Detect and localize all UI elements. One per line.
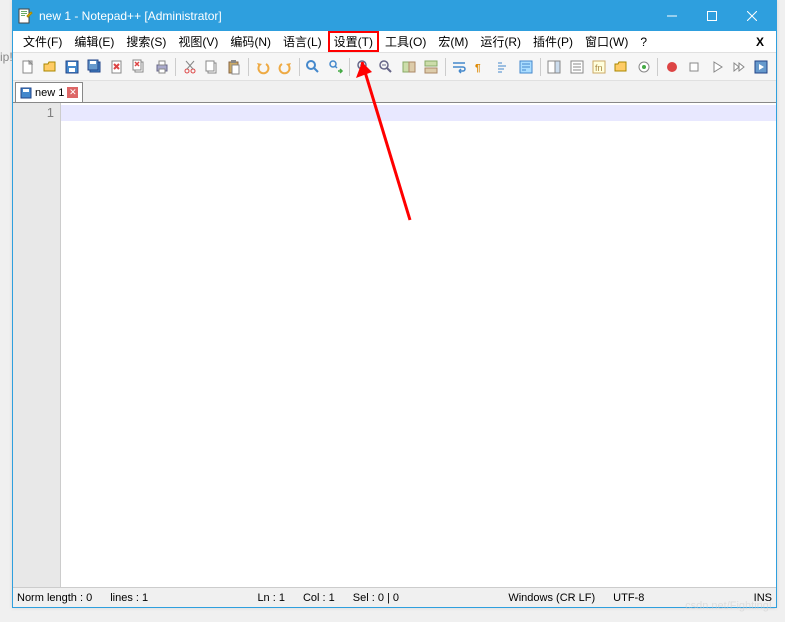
toolbar-separator <box>657 58 658 76</box>
undo-icon[interactable] <box>252 56 273 78</box>
save-macro-icon[interactable] <box>750 56 771 78</box>
line-number-gutter: 1 <box>13 103 61 587</box>
udldef-icon[interactable] <box>515 56 536 78</box>
menu-view[interactable]: 视图(V) <box>172 31 224 52</box>
play-icon[interactable] <box>706 56 727 78</box>
sync-h-icon[interactable] <box>420 56 441 78</box>
doclist-icon[interactable] <box>566 56 587 78</box>
maximize-button[interactable] <box>692 1 732 31</box>
save-all-icon[interactable] <box>84 56 105 78</box>
title-bar: new 1 - Notepad++ [Administrator] <box>13 1 776 31</box>
menu-run[interactable]: 运行(R) <box>474 31 527 52</box>
indent-guide-icon[interactable] <box>493 56 514 78</box>
svg-text:¶: ¶ <box>475 63 481 74</box>
paste-icon[interactable] <box>224 56 245 78</box>
toolbar-separator <box>445 58 446 76</box>
sync-icon[interactable] <box>398 56 419 78</box>
status-length: Norm length : 0 <box>17 592 92 604</box>
menu-tools[interactable]: 工具(O) <box>379 31 432 52</box>
status-encoding[interactable]: UTF-8 <box>613 592 644 604</box>
zoom-out-icon[interactable] <box>376 56 397 78</box>
record-icon[interactable] <box>661 56 682 78</box>
print-icon[interactable] <box>151 56 172 78</box>
tab-label: new 1 <box>35 87 64 99</box>
menu-file[interactable]: 文件(F) <box>17 31 68 52</box>
toolbar-separator <box>248 58 249 76</box>
stop-icon[interactable] <box>684 56 705 78</box>
menu-settings[interactable]: 设置(T) <box>328 31 379 52</box>
close-button[interactable] <box>732 1 772 31</box>
window-controls <box>652 1 772 31</box>
toolbar-separator <box>349 58 350 76</box>
line-number: 1 <box>13 105 54 121</box>
text-editor[interactable] <box>61 103 776 587</box>
menu-search[interactable]: 搜索(S) <box>120 31 172 52</box>
open-file-icon[interactable] <box>39 56 60 78</box>
close-all-icon[interactable] <box>129 56 150 78</box>
cut-icon[interactable] <box>179 56 200 78</box>
save-icon[interactable] <box>62 56 83 78</box>
menu-help[interactable]: ? <box>634 33 653 51</box>
menu-close-doc[interactable]: X <box>748 35 772 49</box>
document-tab[interactable]: new 1 ✕ <box>15 82 83 102</box>
menu-macro[interactable]: 宏(M) <box>432 31 474 52</box>
docmap-icon[interactable] <box>544 56 565 78</box>
status-line: Ln : 1 <box>257 592 285 604</box>
app-icon <box>17 8 33 24</box>
replace-icon[interactable] <box>325 56 346 78</box>
fast-icon[interactable] <box>728 56 749 78</box>
redo-icon[interactable] <box>274 56 295 78</box>
zoom-in-icon[interactable] <box>353 56 374 78</box>
menu-language[interactable]: 语言(L) <box>277 31 328 52</box>
copy-icon[interactable] <box>201 56 222 78</box>
toolbar-separator <box>299 58 300 76</box>
close-file-icon[interactable] <box>106 56 127 78</box>
funclist-icon[interactable]: fn <box>588 56 609 78</box>
minimize-button[interactable] <box>652 1 692 31</box>
menu-window[interactable]: 窗口(W) <box>579 31 634 52</box>
watermark-text: csdn.net/FightingL <box>685 600 775 612</box>
current-line-highlight <box>61 105 776 121</box>
editor-area: 1 <box>13 103 776 587</box>
menu-encoding[interactable]: 编码(N) <box>224 31 277 52</box>
toolbar-separator <box>175 58 176 76</box>
status-bar: Norm length : 0 lines : 1 Ln : 1 Col : 1… <box>13 587 776 607</box>
find-icon[interactable] <box>303 56 324 78</box>
show-all-icon[interactable]: ¶ <box>471 56 492 78</box>
app-window: new 1 - Notepad++ [Administrator] 文件(F) … <box>12 0 777 608</box>
new-file-icon[interactable] <box>17 56 38 78</box>
save-state-icon <box>20 87 32 99</box>
menu-plugins[interactable]: 插件(P) <box>527 31 579 52</box>
status-lines: lines : 1 <box>110 592 148 604</box>
status-eol[interactable]: Windows (CR LF) <box>508 592 595 604</box>
monitor-icon[interactable] <box>633 56 654 78</box>
window-title: new 1 - Notepad++ [Administrator] <box>39 9 652 23</box>
menu-edit[interactable]: 编辑(E) <box>68 31 120 52</box>
menu-bar: 文件(F) 编辑(E) 搜索(S) 视图(V) 编码(N) 语言(L) 设置(T… <box>13 31 776 53</box>
tab-close-icon[interactable]: ✕ <box>67 87 78 98</box>
word-wrap-icon[interactable] <box>448 56 469 78</box>
svg-text:fn: fn <box>595 63 603 73</box>
tab-bar: new 1 ✕ <box>13 81 776 103</box>
status-selection: Sel : 0 | 0 <box>353 592 399 604</box>
toolbar-separator <box>540 58 541 76</box>
status-column: Col : 1 <box>303 592 335 604</box>
toolbar: ¶ fn <box>13 53 776 81</box>
folder-icon[interactable] <box>611 56 632 78</box>
